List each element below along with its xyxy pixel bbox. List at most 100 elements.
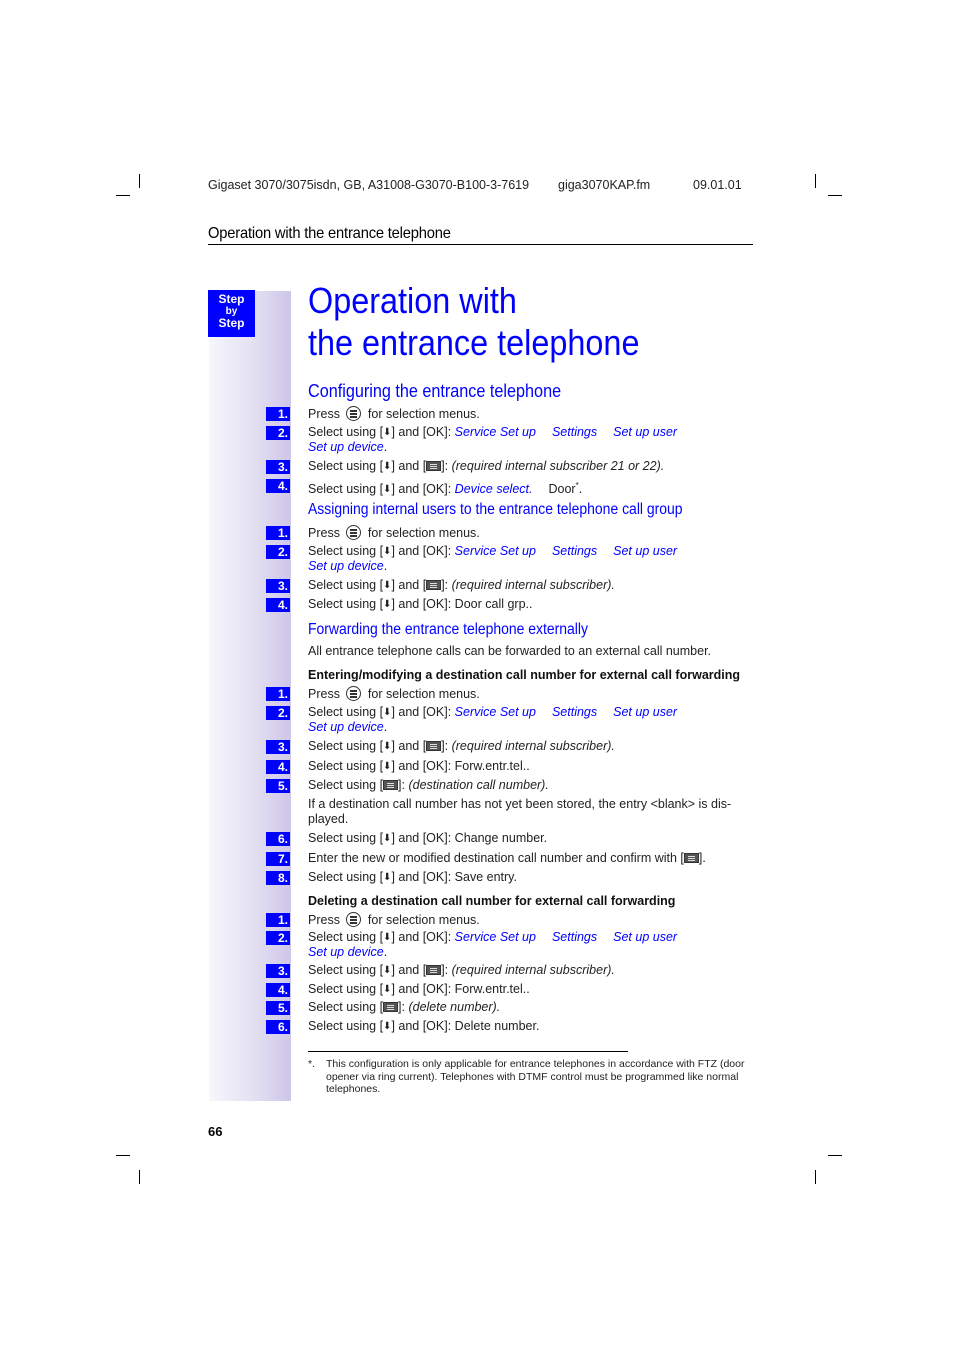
display-key-icon <box>426 580 442 590</box>
text: ] and [OK]: <box>391 425 455 439</box>
text: ]. <box>698 851 706 865</box>
step-text: Press for selection menus. <box>308 912 480 928</box>
text: Select using [ <box>308 759 384 773</box>
footnote: *. This configuration is only applicable… <box>308 1058 753 1096</box>
step-number: 6. <box>266 832 290 846</box>
text: Select using [ <box>308 705 384 719</box>
crop-mark <box>116 195 130 196</box>
step-text: Press for selection menus. <box>308 686 480 702</box>
text: . <box>383 720 388 734</box>
menu-path-item: Set up user <box>613 930 678 944</box>
step-number: 2. <box>266 545 290 559</box>
menu-path-item: Set up device <box>308 559 384 573</box>
step-number: 1. <box>266 913 290 927</box>
menu-key-icon <box>346 686 362 701</box>
note: (required internal subscriber 21 or 22). <box>451 459 665 473</box>
menu-path-item: Service Set up <box>454 930 536 944</box>
step-number: 5. <box>266 779 290 793</box>
subsection-heading: Deleting a destination call number for e… <box>308 894 676 908</box>
text: Select using [ <box>308 963 384 977</box>
text: ]: <box>398 1000 409 1014</box>
step-number: 2. <box>266 931 290 945</box>
note: (required internal subscriber). <box>451 578 615 592</box>
text: Select using [ <box>308 1019 384 1033</box>
page-title: Operation with the entrance telephone <box>308 280 639 364</box>
section-heading: Configuring the entrance telephone <box>308 381 562 401</box>
intro-paragraph: All entrance telephone calls can be forw… <box>308 644 712 658</box>
text: ]: <box>398 778 409 792</box>
text: ]: <box>441 578 452 592</box>
display-key-icon <box>426 965 442 975</box>
crop-mark <box>116 1155 130 1156</box>
menu-key-icon <box>346 912 362 927</box>
step-text: Select using [⬇] and [OK]: Delete number… <box>308 1019 539 1034</box>
menu-path-item: Service Set up <box>454 705 536 719</box>
text: Select using [ <box>308 425 384 439</box>
text: Enter the new or modified destination ca… <box>308 851 684 865</box>
menu-path-item: Settings <box>551 544 598 558</box>
text: . <box>578 482 583 497</box>
crop-mark <box>139 1170 140 1184</box>
doc-id: Gigaset 3070/3075isdn, GB, A31008-G3070-… <box>208 178 530 192</box>
display-key-icon <box>383 780 399 790</box>
footnote-mark: *. <box>308 1058 316 1070</box>
text: . <box>383 945 388 959</box>
file-name: giga3070KAP.fm <box>558 178 651 192</box>
step-number: 5. <box>266 1001 290 1015</box>
step-text: Select using [⬇] and []: (required inter… <box>308 963 615 978</box>
step-text: Select using []: (delete number). <box>308 1000 500 1015</box>
text: Select using [ <box>308 778 384 792</box>
text: ] and [ <box>391 459 427 473</box>
step-text: Select using [⬇] and [OK]: Service Set u… <box>308 705 677 735</box>
menu-path-item: Set up user <box>613 544 678 558</box>
step-text: Select using [⬇] and [OK]: Service Set u… <box>308 425 677 455</box>
text: ] and [OK]: <box>391 482 455 497</box>
value: Door call grp.. <box>454 597 533 611</box>
section-heading: Assigning internal users to the entrance… <box>308 501 683 518</box>
text: ] and [OK]: <box>391 597 455 611</box>
step-number: 1. <box>266 407 290 421</box>
text: Select using [ <box>308 544 384 558</box>
text: Select using [ <box>308 870 384 884</box>
value: Door <box>548 482 576 497</box>
text: Select using [ <box>308 1000 384 1014</box>
crop-mark <box>815 174 816 188</box>
title-line: the entrance telephone <box>308 322 640 363</box>
text: Select using [ <box>308 578 384 592</box>
step-number: 3. <box>266 740 290 754</box>
step-by-step-badge: Step by Step <box>208 290 255 337</box>
footnote-text: This configuration is only applicable fo… <box>326 1058 745 1095</box>
step-number: 1. <box>266 687 290 701</box>
note: (required internal subscriber). <box>451 963 615 977</box>
header-divider <box>208 244 753 245</box>
step-text: Press for selection menus. <box>308 525 480 541</box>
text: Select using [ <box>308 459 384 473</box>
menu-path-item: Service Set up <box>454 425 536 439</box>
value: Delete number. <box>454 1019 540 1033</box>
text: Select using [ <box>308 739 384 753</box>
note: (destination call number). <box>408 778 549 792</box>
text: Select using [ <box>308 482 384 497</box>
text: ] and [ <box>391 578 427 592</box>
step-number: 8. <box>266 871 290 885</box>
value: Forw.entr.tel.. <box>454 759 530 773</box>
badge-line: Step <box>218 292 245 306</box>
step-text: Select using [⬇] and [OK]: Door call grp… <box>308 597 532 612</box>
step-text: Select using []: (destination call numbe… <box>308 778 549 793</box>
text: Select using [ <box>308 930 384 944</box>
step-text: Select using [⬇] and [OK]: Forw.entr.tel… <box>308 759 530 774</box>
value: Save entry. <box>454 870 517 884</box>
display-key-icon <box>383 1002 399 1012</box>
step-number: 3. <box>266 579 290 593</box>
step-number: 2. <box>266 706 290 720</box>
menu-path-item: Set up device <box>308 440 384 454</box>
doc-date: 09.01.01 <box>693 178 742 192</box>
menu-path-item: Settings <box>551 425 598 439</box>
step-number: 7. <box>266 852 290 866</box>
text: ] and [OK]: <box>391 831 455 845</box>
step-text: Select using [⬇] and [OK]: Service Set u… <box>308 930 677 960</box>
crop-mark <box>815 1170 816 1184</box>
menu-path-item: Set up user <box>613 425 678 439</box>
text: ] and [OK]: <box>391 870 455 884</box>
display-key-icon <box>683 853 699 863</box>
